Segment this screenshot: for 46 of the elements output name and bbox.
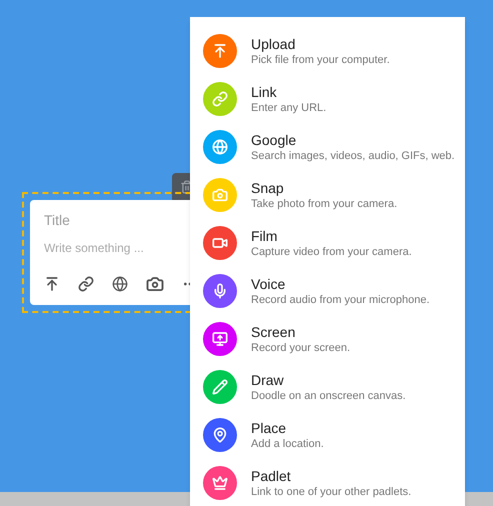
menu-item-description: Enter any URL. <box>251 101 326 115</box>
globe-icon[interactable] <box>112 276 128 292</box>
pencil-icon <box>212 379 228 395</box>
camera-icon <box>212 187 228 203</box>
menu-item-description: Record audio from your microphone. <box>251 293 430 307</box>
menu-item[interactable]: Snap Take photo from your camera. <box>190 171 465 219</box>
upload-icon <box>212 43 228 59</box>
menu-item-title: Upload <box>251 35 296 53</box>
link-icon <box>212 91 228 107</box>
globe-icon <box>212 139 228 155</box>
menu-item[interactable]: Place Add a location. <box>190 411 465 459</box>
microphone-icon <box>212 283 228 299</box>
menu-item[interactable]: Link Enter any URL. <box>190 75 465 123</box>
menu-item-title: Place <box>251 419 288 437</box>
camera-icon[interactable] <box>146 275 164 293</box>
menu-item-description: Record your screen. <box>251 341 350 355</box>
menu-item-title: Screen <box>251 323 296 341</box>
menu-item-title: Google <box>251 131 298 149</box>
link-icon[interactable] <box>78 276 94 292</box>
menu-item[interactable]: Film Capture video from your camera. <box>190 219 465 267</box>
menu-item-title: Voice <box>251 275 286 293</box>
upload-icon[interactable] <box>44 276 60 292</box>
title-field[interactable]: Title <box>44 210 184 231</box>
crown-icon <box>212 475 228 491</box>
menu-item-description: Doodle on an onscreen canvas. <box>251 389 406 403</box>
menu-item-description: Take photo from your camera. <box>251 197 398 211</box>
menu-item-description: Pick file from your computer. <box>251 53 390 67</box>
video-camera-icon <box>212 235 228 251</box>
menu-item-title: Link <box>251 83 278 101</box>
menu-item-title: Padlet <box>251 467 292 485</box>
menu-item[interactable]: Google Search images, videos, audio, GIFs, web. <box>190 123 465 171</box>
menu-item-description: Search images, videos, audio, GIFs, web. <box>251 149 455 163</box>
menu-item-title: Snap <box>251 179 285 197</box>
menu-item-description: Capture video from your camera. <box>251 245 412 259</box>
monitor-icon <box>212 331 228 347</box>
menu-item[interactable]: Upload Pick file from your computer. <box>190 27 465 75</box>
menu-item[interactable]: Voice Record audio from your microphone. <box>190 267 465 315</box>
menu-item-description: Add a location. <box>251 437 324 451</box>
map-pin-icon <box>212 427 228 443</box>
body-field[interactable]: Write something ... <box>44 239 184 257</box>
menu-item-title: Film <box>251 227 278 245</box>
menu-item-title: Draw <box>251 371 285 389</box>
menu-item-description: Link to one of your other padlets. <box>251 485 412 499</box>
menu-item[interactable]: Screen Record your screen. <box>190 315 465 363</box>
menu-item[interactable]: Padlet Link to one of your other padlets. <box>190 459 465 506</box>
menu-item[interactable]: Draw Doodle on an onscreen canvas. <box>190 363 465 411</box>
